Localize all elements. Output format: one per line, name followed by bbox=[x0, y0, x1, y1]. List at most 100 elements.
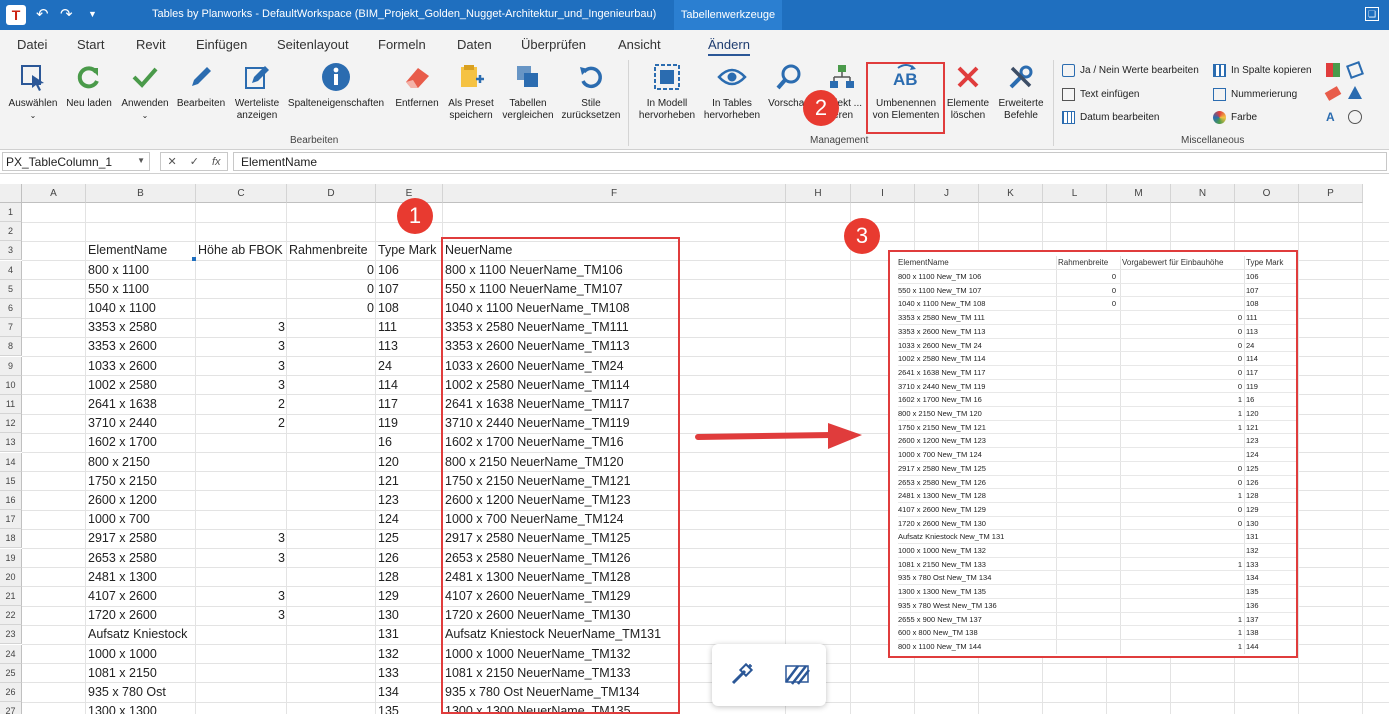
table-cell[interactable]: 3 bbox=[196, 318, 287, 337]
table-cell[interactable]: 3 bbox=[196, 529, 287, 548]
table-cell[interactable] bbox=[287, 645, 376, 664]
table-cell[interactable]: 3353 x 2600 bbox=[86, 337, 196, 356]
table-cell[interactable] bbox=[196, 664, 287, 683]
row-header[interactable]: 19 bbox=[0, 548, 22, 568]
table-cell[interactable]: 1750 x 2150 bbox=[86, 472, 196, 491]
name-box[interactable]: PX_TableColumn_1 ▼ bbox=[2, 152, 150, 171]
ja-nein-werte-bearbeiten-button[interactable]: Ja / Nein Werte bearbeiten bbox=[1062, 64, 1199, 77]
table-cell[interactable]: 3 bbox=[196, 337, 287, 356]
row-header[interactable]: 3 bbox=[0, 241, 22, 261]
row-header[interactable]: 9 bbox=[0, 356, 22, 376]
row-header[interactable]: 25 bbox=[0, 663, 22, 683]
table-cell[interactable]: 0 bbox=[287, 299, 376, 318]
column-header[interactable]: N bbox=[1171, 184, 1235, 203]
font-style-icon[interactable]: A bbox=[1326, 110, 1340, 124]
auswaehlen-button[interactable]: Auswählen ⌄ bbox=[6, 60, 60, 122]
fill-icon[interactable] bbox=[1348, 86, 1362, 99]
color-grid-icon[interactable] bbox=[1326, 63, 1340, 77]
header-cell[interactable]: Höhe ab FBOK bbox=[196, 241, 287, 260]
table-cell[interactable]: 3710 x 2440 bbox=[86, 414, 196, 433]
row-header[interactable]: 17 bbox=[0, 510, 22, 530]
column-header[interactable]: F bbox=[443, 184, 786, 203]
erweiterte-befehle-button[interactable]: Erweiterte Befehle bbox=[994, 60, 1048, 122]
table-cell[interactable] bbox=[287, 606, 376, 625]
table-cell[interactable]: 1002 x 2580 bbox=[86, 376, 196, 395]
row-header[interactable]: 6 bbox=[0, 299, 22, 318]
table-cell[interactable]: 800 x 2150 bbox=[86, 453, 196, 472]
table-cell[interactable]: 935 x 780 Ost bbox=[86, 683, 196, 702]
table-cell[interactable]: 3 bbox=[196, 587, 287, 606]
table-cell[interactable] bbox=[287, 549, 376, 568]
row-header[interactable]: 20 bbox=[0, 567, 22, 587]
table-cell[interactable]: 1720 x 2600 bbox=[86, 606, 196, 625]
table-cell[interactable]: 0 bbox=[287, 261, 376, 280]
table-cell[interactable]: 4107 x 2600 bbox=[86, 587, 196, 606]
anwenden-button[interactable]: Anwenden ⌄ bbox=[118, 60, 172, 122]
select-all-corner[interactable] bbox=[0, 184, 22, 203]
table-cell[interactable] bbox=[287, 318, 376, 337]
header-cell[interactable]: Type Mark bbox=[376, 241, 443, 260]
menu-daten[interactable]: Daten bbox=[457, 37, 492, 52]
column-header[interactable]: L bbox=[1043, 184, 1107, 203]
table-cell[interactable]: 1033 x 2600 bbox=[86, 357, 196, 376]
small-eraser-icon[interactable] bbox=[1324, 86, 1342, 101]
cancel-icon[interactable]: ✕ bbox=[168, 155, 177, 168]
row-header[interactable]: 8 bbox=[0, 337, 22, 357]
text-einfuegen-button[interactable]: Text einfügen bbox=[1062, 88, 1140, 101]
in-modell-hervorheben-button[interactable]: In Modell hervorheben bbox=[636, 60, 698, 122]
menu-ansicht[interactable]: Ansicht bbox=[618, 37, 661, 52]
table-cell[interactable] bbox=[287, 625, 376, 644]
table-cell[interactable]: 106 bbox=[376, 261, 443, 280]
menu-formeln[interactable]: Formeln bbox=[378, 37, 426, 52]
table-cell[interactable]: 1040 x 1100 bbox=[86, 299, 196, 318]
table-cell[interactable]: 111 bbox=[376, 318, 443, 337]
table-cell[interactable]: 3 bbox=[196, 376, 287, 395]
row-header[interactable]: 14 bbox=[0, 452, 22, 472]
entfernen-button[interactable]: Entfernen bbox=[390, 60, 444, 110]
table-cell[interactable]: 2653 x 2580 bbox=[86, 549, 196, 568]
column-header[interactable]: J bbox=[915, 184, 979, 203]
in-tables-hervorheben-button[interactable]: In Tables hervorheben bbox=[700, 60, 764, 122]
spalteneigenschaften-button[interactable]: Spalteneigenschaften bbox=[286, 60, 386, 110]
formula-input[interactable]: ElementName bbox=[233, 152, 1387, 171]
elemente-loeschen-button[interactable]: Elemente löschen bbox=[944, 60, 992, 122]
farbe-button[interactable]: Farbe bbox=[1213, 111, 1257, 124]
edit-tag-icon[interactable] bbox=[1346, 61, 1364, 79]
table-cell[interactable]: 1000 x 1000 bbox=[86, 645, 196, 664]
table-cell[interactable]: 1602 x 1700 bbox=[86, 433, 196, 452]
neu-laden-button[interactable]: Neu laden bbox=[62, 60, 116, 110]
column-header[interactable]: C bbox=[196, 184, 287, 203]
table-cell[interactable]: 1000 x 700 bbox=[86, 510, 196, 529]
table-cell[interactable]: 126 bbox=[376, 549, 443, 568]
menu-datei[interactable]: Datei bbox=[17, 37, 47, 52]
werteliste-anzeigen-button[interactable]: Werteliste anzeigen bbox=[230, 60, 284, 122]
table-cell[interactable]: 131 bbox=[376, 625, 443, 644]
table-cell[interactable]: 134 bbox=[376, 683, 443, 702]
als-preset-speichern-button[interactable]: Als Preset speichern bbox=[446, 60, 496, 122]
table-cell[interactable]: 2641 x 1638 bbox=[86, 395, 196, 414]
table-cell[interactable] bbox=[287, 664, 376, 683]
table-cell[interactable]: 800 x 1100 bbox=[86, 261, 196, 280]
row-header[interactable]: 7 bbox=[0, 318, 22, 338]
table-cell[interactable] bbox=[287, 702, 376, 714]
menu-ueberpruefen[interactable]: Überprüfen bbox=[521, 37, 586, 52]
row-header[interactable]: 22 bbox=[0, 606, 22, 626]
function-icon[interactable]: fx bbox=[212, 156, 221, 168]
table-cell[interactable] bbox=[287, 357, 376, 376]
undo-icon[interactable]: ↶ bbox=[36, 5, 49, 23]
table-cell[interactable] bbox=[196, 510, 287, 529]
column-header[interactable]: M bbox=[1107, 184, 1171, 203]
table-cell[interactable] bbox=[196, 568, 287, 587]
row-header[interactable]: 13 bbox=[0, 433, 22, 453]
confirm-icon[interactable]: ✓ bbox=[190, 155, 199, 168]
row-header[interactable]: 15 bbox=[0, 471, 22, 491]
column-header[interactable]: H bbox=[786, 184, 851, 203]
table-cell[interactable]: 24 bbox=[376, 357, 443, 376]
tabellen-vergleichen-button[interactable]: Tabellen vergleichen bbox=[498, 60, 558, 122]
table-cell[interactable] bbox=[287, 529, 376, 548]
datum-bearbeiten-button[interactable]: Datum bearbeiten bbox=[1062, 111, 1160, 124]
menu-revit[interactable]: Revit bbox=[136, 37, 166, 52]
table-cell[interactable] bbox=[287, 395, 376, 414]
menu-einfuegen[interactable]: Einfügen bbox=[196, 37, 247, 52]
table-cell[interactable]: 2917 x 2580 bbox=[86, 529, 196, 548]
